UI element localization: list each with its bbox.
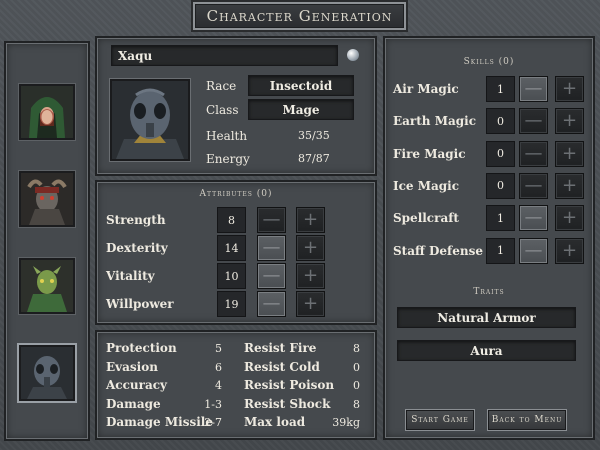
stat-label: Accuracy bbox=[106, 378, 168, 392]
energy-value: 87/87 bbox=[298, 152, 330, 165]
skill-decrease-button[interactable]: — bbox=[519, 140, 548, 167]
attribute-increase-button[interactable]: + bbox=[296, 235, 325, 261]
stat-value: 1-3 bbox=[204, 397, 222, 411]
trait-item[interactable]: Aura bbox=[397, 340, 576, 361]
skill-label: Earth Magic bbox=[393, 114, 477, 129]
attribute-decrease-button[interactable]: — bbox=[257, 235, 286, 261]
stat-value: 2-7 bbox=[204, 416, 222, 429]
portrait-insectoid[interactable] bbox=[19, 345, 75, 401]
attribute-increase-button[interactable]: + bbox=[296, 291, 325, 317]
attribute-decrease-button[interactable]: — bbox=[257, 207, 286, 233]
skill-value: 0 bbox=[486, 172, 515, 199]
attributes-header: Attributes (0) bbox=[199, 189, 273, 199]
stat-label: Evasion bbox=[106, 359, 158, 374]
lizardfolk-icon bbox=[21, 260, 73, 312]
attribute-value: 19 bbox=[217, 291, 246, 317]
trait-item[interactable]: Natural Armor bbox=[397, 307, 576, 328]
resist-value: 0 bbox=[353, 379, 360, 392]
skill-increase-button[interactable]: + bbox=[555, 237, 584, 264]
attribute-value: 14 bbox=[217, 235, 246, 261]
hooded-woman-icon bbox=[21, 86, 73, 138]
back-to-menu-button[interactable]: Back to Menu bbox=[488, 410, 566, 430]
skill-label: Air Magic bbox=[393, 82, 459, 96]
start-game-button[interactable]: Start Game bbox=[406, 410, 474, 430]
portrait-lizardfolk[interactable] bbox=[19, 258, 75, 314]
skill-label: Spellcraft bbox=[393, 211, 459, 226]
resist-label: Resist Cold bbox=[244, 359, 320, 374]
skill-value: 1 bbox=[486, 205, 515, 232]
skill-value: 1 bbox=[486, 237, 515, 264]
resist-label: Resist Shock bbox=[244, 396, 331, 411]
skill-increase-button[interactable]: + bbox=[555, 172, 584, 199]
health-value: 35/35 bbox=[298, 129, 330, 142]
energy-label: Energy bbox=[206, 152, 250, 166]
horned-demon-icon bbox=[21, 173, 73, 225]
screen-title: Character Generation bbox=[193, 2, 406, 30]
attribute-label: Dexterity bbox=[106, 241, 168, 255]
attribute-label: Vitality bbox=[106, 269, 155, 283]
skill-increase-button[interactable]: + bbox=[555, 140, 584, 167]
skill-decrease-button[interactable]: — bbox=[519, 237, 548, 264]
insectoid-icon bbox=[21, 347, 73, 399]
insectoid-portrait-icon bbox=[112, 81, 188, 159]
attribute-increase-button[interactable]: + bbox=[296, 207, 325, 233]
skill-increase-button[interactable]: + bbox=[555, 76, 584, 102]
resist-value: 39kg bbox=[332, 416, 360, 429]
class-label: Class bbox=[206, 103, 239, 117]
attribute-value: 10 bbox=[217, 263, 246, 289]
attribute-label: Willpower bbox=[106, 297, 174, 311]
resist-value: 8 bbox=[353, 397, 360, 411]
character-generation-screen: { "title": "Character Generation", "char… bbox=[0, 0, 600, 450]
class-text: Mage bbox=[282, 102, 320, 117]
attribute-decrease-button[interactable]: — bbox=[257, 291, 286, 317]
skill-decrease-button[interactable]: — bbox=[519, 108, 548, 135]
race-text: Insectoid bbox=[269, 78, 333, 93]
stat-value: 6 bbox=[215, 360, 222, 374]
stat-value: 5 bbox=[215, 342, 222, 355]
character-name-field[interactable]: Xaqu bbox=[111, 45, 338, 66]
skill-value: 1 bbox=[486, 76, 515, 102]
randomize-icon[interactable] bbox=[347, 49, 359, 61]
skill-decrease-button[interactable]: — bbox=[519, 172, 548, 199]
skill-label: Fire Magic bbox=[393, 146, 466, 161]
attribute-decrease-button[interactable]: — bbox=[257, 263, 286, 289]
race-label: Race bbox=[206, 79, 237, 93]
character-name: Xaqu bbox=[118, 48, 153, 63]
skill-increase-button[interactable]: + bbox=[555, 108, 584, 135]
skill-value: 0 bbox=[486, 140, 515, 167]
resist-label: Resist Fire bbox=[244, 341, 317, 355]
portrait-hooded-woman[interactable] bbox=[19, 84, 75, 140]
character-portrait bbox=[110, 79, 190, 161]
attribute-increase-button[interactable]: + bbox=[296, 263, 325, 289]
attribute-value: 8 bbox=[217, 207, 246, 233]
resist-label: Max load bbox=[244, 415, 306, 429]
health-label: Health bbox=[206, 129, 248, 143]
resist-value: 0 bbox=[353, 360, 360, 374]
skill-decrease-button[interactable]: — bbox=[519, 76, 548, 102]
skill-value: 0 bbox=[486, 108, 515, 135]
skill-label: Ice Magic bbox=[393, 178, 460, 193]
attribute-label: Strength bbox=[106, 213, 166, 227]
race-value[interactable]: Insectoid bbox=[248, 75, 354, 96]
skill-increase-button[interactable]: + bbox=[555, 205, 584, 232]
skills-header: Skills (0) bbox=[463, 57, 515, 67]
skill-decrease-button[interactable]: — bbox=[519, 205, 548, 232]
traits-header: Traits bbox=[473, 287, 505, 297]
class-value[interactable]: Mage bbox=[248, 99, 354, 120]
skill-label: Staff Defense bbox=[393, 243, 483, 258]
resist-value: 8 bbox=[353, 342, 360, 355]
portrait-horned-demon[interactable] bbox=[19, 171, 75, 227]
stat-label: Protection bbox=[106, 341, 177, 355]
stat-value: 4 bbox=[215, 379, 222, 392]
stat-label: Damage bbox=[106, 396, 161, 411]
